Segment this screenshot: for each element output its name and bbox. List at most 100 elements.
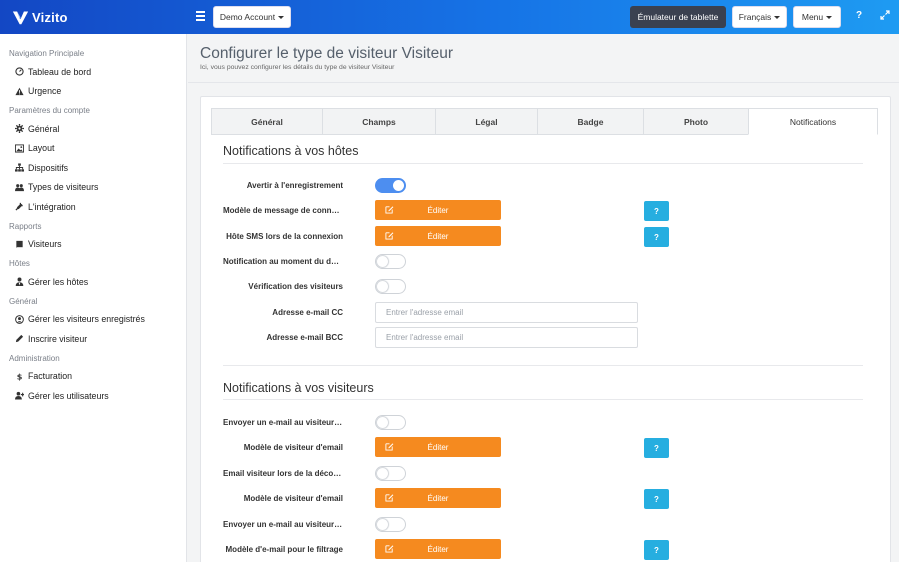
svg-text:$: $ — [16, 372, 22, 381]
dashboard-icon — [14, 67, 24, 77]
image-icon — [14, 143, 24, 153]
sidebar-item-book[interactable]: Visiteurs — [0, 235, 186, 255]
cc-email-input[interactable] — [375, 302, 638, 323]
notify-checkin-label: Avertir à l'enregistrement — [246, 181, 343, 190]
sidebar-item-pencil[interactable]: Inscrire visiteur — [0, 329, 186, 349]
menu-dropdown[interactable]: Menu — [793, 6, 841, 28]
sidebar-item-gear[interactable]: Général — [0, 119, 186, 139]
edit-visitor-template-button[interactable]: Éditer — [375, 437, 501, 457]
tab-notifications[interactable]: Notifications — [748, 108, 878, 135]
bcc-email-label: Adresse e-mail BCC — [266, 333, 343, 342]
sidebar-item-label: Layout — [28, 143, 55, 154]
sitemap-icon — [14, 163, 24, 173]
sidebar-item-warning[interactable]: Urgence — [0, 82, 186, 102]
edit-label: Éditer — [427, 205, 449, 215]
account-dropdown[interactable]: Demo Account — [213, 6, 291, 28]
visitor-verification-toggle[interactable] — [375, 279, 406, 294]
tab-fields[interactable]: Champs — [322, 108, 436, 135]
sidebar-item-label: Visiteurs — [28, 239, 62, 250]
sidebar-item-label: Gérer les visiteurs enregistrés — [28, 314, 145, 325]
language-dropdown[interactable]: Français — [732, 6, 787, 28]
edit-icon — [385, 545, 394, 553]
page-subtitle: Ici, vous pouvez configurer les détails … — [200, 64, 395, 71]
fullscreen-icon[interactable] — [880, 10, 890, 23]
hosts-section-title: Notifications à vos hôtes — [223, 144, 359, 158]
caret-down-icon — [774, 15, 781, 19]
page-title: Configurer le type de visiteur Visiteur — [200, 45, 454, 62]
send-email-filter-label: Envoyer un e-mail au visiteur lors du fi… — [223, 520, 343, 529]
settings-card: Général Champs Légal Badge Photo Notific… — [200, 96, 891, 562]
notify-checkout-toggle[interactable] — [375, 254, 406, 269]
checkout-email-label: Email visiteur lors de la déconnexion — [223, 469, 343, 478]
tab-legal[interactable]: Légal — [435, 108, 538, 135]
brand-name: Vizito — [32, 9, 68, 25]
tab-bar: Général Champs Légal Badge Photo Notific… — [211, 108, 878, 135]
help-button[interactable]: ? — [644, 438, 669, 458]
sidebar-section-title: Rapports — [9, 221, 42, 231]
edit-icon — [385, 232, 394, 240]
help-button[interactable]: ? — [644, 540, 669, 560]
user-circle-icon — [14, 314, 24, 324]
tablet-emulator-button[interactable]: Émulateur de tablette — [630, 6, 726, 28]
brand-logo[interactable]: Vizito — [12, 9, 182, 26]
sidebar-item-label: Général — [28, 123, 60, 134]
sms-host-label: Hôte SMS lors de la connexion — [226, 232, 343, 241]
header-divider — [188, 82, 899, 83]
plug-icon — [14, 202, 24, 212]
notify-checkout-label: Notification au moment du départ — [223, 257, 343, 266]
send-email-checkin-label: Envoyer un e-mail au visiteur lors de l'… — [223, 418, 343, 427]
notify-checkin-toggle[interactable] — [375, 178, 406, 193]
section-divider — [223, 399, 863, 400]
sidebar-item-sitemap[interactable]: Dispositifs — [0, 158, 186, 178]
book-icon — [14, 239, 24, 249]
vizito-logo-icon — [12, 11, 29, 24]
sidebar-item-label: Tableau de bord — [28, 66, 92, 77]
edit-label: Éditer — [427, 231, 449, 241]
gear-icon — [14, 124, 24, 134]
visitor-template-label: Modèle de visiteur d'email — [243, 494, 343, 503]
section-divider — [223, 365, 863, 366]
sidebar: Navigation Principale Tableau de bord Urge… — [0, 34, 187, 562]
sidebar-item-label: Gérer les hôtes — [28, 276, 89, 287]
help-button[interactable]: ? — [644, 201, 669, 221]
help-icon[interactable]: ? — [856, 10, 862, 21]
tab-badge[interactable]: Badge — [537, 108, 644, 135]
edit-label: Éditer — [427, 544, 449, 554]
user-tie-icon — [14, 277, 24, 287]
caret-down-icon — [278, 15, 285, 19]
checkin-template-label: Modèle de message de connexion — [223, 206, 343, 215]
sidebar-item-label: Inscrire visiteur — [28, 333, 88, 344]
help-button[interactable]: ? — [644, 489, 669, 509]
visitors-section-title: Notifications à vos visiteurs — [223, 381, 374, 395]
sidebar-item-user-circle[interactable]: Gérer les visiteurs enregistrés — [0, 310, 186, 330]
sidebar-item-label: Dispositifs — [28, 162, 69, 173]
tab-general[interactable]: Général — [211, 108, 323, 135]
main-content: Configurer le type de visiteur Visiteur … — [188, 34, 899, 562]
send-email-checkin-toggle[interactable] — [375, 415, 406, 430]
help-button[interactable]: ? — [644, 227, 669, 247]
bcc-email-input[interactable] — [375, 327, 638, 348]
sidebar-item-plug[interactable]: L'intégration — [0, 197, 186, 217]
hamburger-menu-icon[interactable] — [196, 11, 205, 21]
warning-icon — [14, 86, 24, 96]
edit-label: Éditer — [427, 442, 449, 452]
edit-sms-host-button[interactable]: Éditer — [375, 226, 501, 246]
edit-visitor-template-2-button[interactable]: Éditer — [375, 488, 501, 508]
sidebar-item-dollar[interactable]: $ Facturation — [0, 367, 186, 387]
sidebar-item-dashboard[interactable]: Tableau de bord — [0, 62, 186, 82]
language-label: Français — [738, 12, 772, 22]
top-navbar: Vizito Demo Account Émulateur de tablett… — [0, 0, 899, 34]
sidebar-item-label: Types de visiteurs — [28, 182, 99, 193]
tab-photo[interactable]: Photo — [643, 108, 749, 135]
edit-checkin-template-button[interactable]: Éditer — [375, 200, 501, 220]
sidebar-item-user-tie[interactable]: Gérer les hôtes — [0, 272, 186, 292]
sidebar-item-users[interactable]: Types de visiteurs — [0, 178, 186, 198]
send-email-filter-toggle[interactable] — [375, 517, 406, 532]
sidebar-item-user-plus[interactable]: Gérer les utilisateurs — [0, 386, 186, 406]
sidebar-item-label: Urgence — [28, 86, 62, 97]
sidebar-item-image[interactable]: Layout — [0, 139, 186, 159]
sidebar-item-label: L'intégration — [28, 201, 76, 212]
sidebar-section-title: Administration — [9, 353, 60, 363]
edit-filter-template-button[interactable]: Éditer — [375, 539, 501, 559]
checkout-email-toggle[interactable] — [375, 466, 406, 481]
